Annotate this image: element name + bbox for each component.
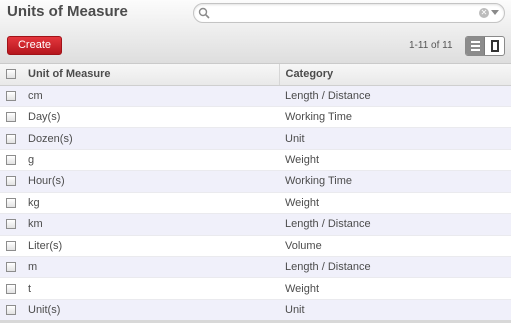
unit-cell[interactable]: g [22, 149, 279, 172]
create-button[interactable]: Create [7, 36, 62, 55]
row-checkbox[interactable] [6, 240, 16, 251]
row-checkbox[interactable] [6, 262, 16, 273]
table-row[interactable]: Dozen(s) Unit [0, 127, 511, 150]
column-header-unit[interactable]: Unit of Measure [22, 64, 279, 86]
row-checkbox[interactable] [6, 305, 16, 316]
unit-cell[interactable]: t [22, 277, 279, 300]
table-row[interactable]: Day(s) Working Time [0, 106, 511, 129]
category-cell[interactable]: Unit [279, 299, 511, 322]
table-row[interactable]: cm Length / Distance [0, 85, 511, 107]
unit-cell[interactable]: Hour(s) [22, 170, 279, 193]
category-cell[interactable]: Length / Distance [279, 256, 511, 279]
row-checkbox[interactable] [6, 176, 16, 187]
category-cell[interactable]: Weight [279, 277, 511, 300]
table-row[interactable]: Unit(s) Unit [0, 299, 511, 322]
search-input[interactable] [212, 6, 474, 20]
unit-cell[interactable]: Unit(s) [22, 299, 279, 322]
category-cell[interactable]: Volume [279, 235, 511, 258]
unit-cell[interactable]: cm [22, 85, 279, 107]
list-view-icon [471, 41, 480, 43]
category-cell[interactable]: Weight [279, 149, 511, 172]
row-checkbox[interactable] [6, 197, 16, 208]
table-row[interactable]: kg Weight [0, 192, 511, 215]
table-row[interactable]: t Weight [0, 277, 511, 300]
table-row[interactable]: Hour(s) Working Time [0, 170, 511, 193]
category-cell[interactable]: Unit [279, 127, 511, 150]
category-cell[interactable]: Length / Distance [279, 85, 511, 107]
table-row[interactable]: Liter(s) Volume [0, 235, 511, 258]
row-checkbox[interactable] [6, 133, 16, 144]
unit-cell[interactable]: km [22, 213, 279, 236]
unit-cell[interactable]: Day(s) [22, 106, 279, 129]
page-title: Units of Measure [7, 3, 128, 20]
control-panel: Units of Measure ✕ Create 1-11 of 11 [0, 0, 511, 64]
row-checkbox[interactable] [6, 155, 16, 166]
unit-cell[interactable]: Dozen(s) [22, 127, 279, 150]
list-view-button[interactable] [466, 37, 486, 55]
pager-value[interactable]: 1-11 of 11 [409, 40, 453, 51]
search-box[interactable]: ✕ [193, 3, 505, 23]
table-row[interactable]: km Length / Distance [0, 213, 511, 236]
unit-cell[interactable]: kg [22, 192, 279, 215]
row-checkbox[interactable] [6, 112, 16, 123]
clear-icon[interactable]: ✕ [479, 8, 489, 18]
category-cell[interactable]: Working Time [279, 170, 511, 193]
table-row[interactable]: g Weight [0, 149, 511, 172]
table-header-row: Unit of Measure Category [0, 64, 511, 86]
search-icon [198, 7, 210, 19]
form-view-button[interactable] [485, 37, 504, 55]
category-cell[interactable]: Weight [279, 192, 511, 215]
category-cell[interactable]: Working Time [279, 106, 511, 129]
column-header-category[interactable]: Category [278, 64, 511, 86]
form-view-icon [491, 40, 500, 52]
unit-cell[interactable]: m [22, 256, 279, 279]
row-checkbox[interactable] [6, 283, 16, 294]
uom-table: Unit of Measure Category cm Length / Dis… [0, 64, 511, 322]
table-row[interactable]: m Length / Distance [0, 256, 511, 279]
view-switcher [465, 36, 505, 56]
unit-cell[interactable]: Liter(s) [22, 235, 279, 258]
row-checkbox[interactable] [6, 219, 16, 230]
select-all-checkbox[interactable] [6, 69, 16, 80]
category-cell[interactable]: Length / Distance [279, 213, 511, 236]
chevron-down-icon[interactable] [491, 10, 499, 15]
row-checkbox[interactable] [6, 90, 16, 101]
